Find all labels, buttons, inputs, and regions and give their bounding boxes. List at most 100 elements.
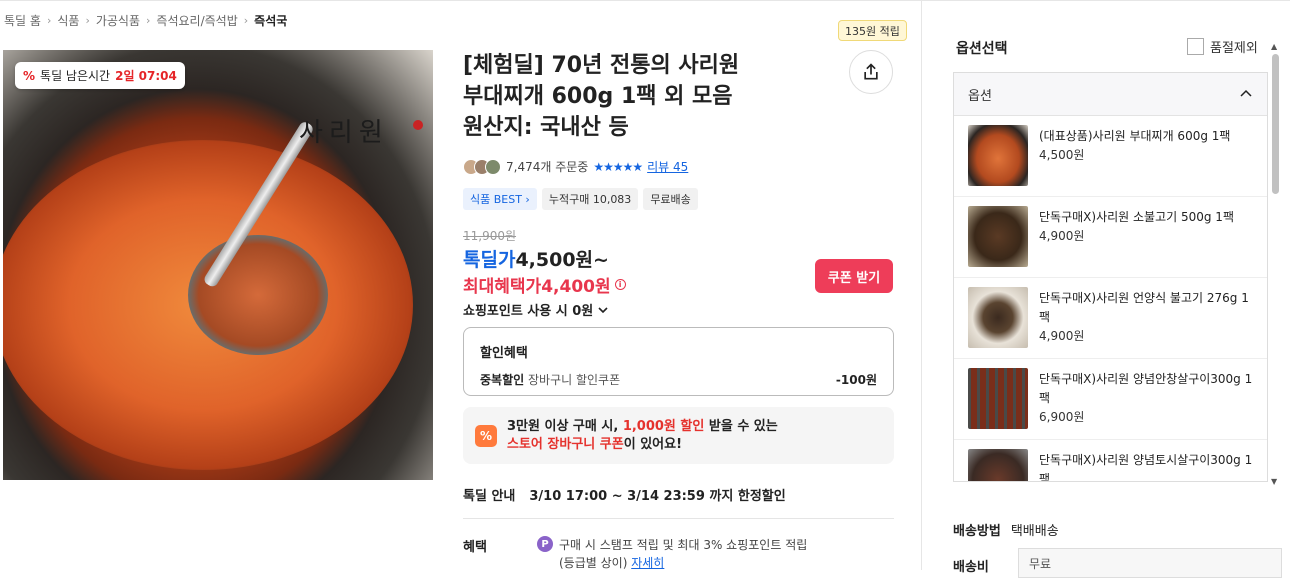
- exclude-soldout-toggle[interactable]: 품절제외: [1187, 37, 1258, 56]
- option-price: 4,900원: [1039, 229, 1085, 243]
- percent-icon: %: [475, 424, 497, 447]
- option-dropdown-label: 옵션: [968, 88, 992, 104]
- benefit-line1: 구매 시 스탬프 적립 및 최대 3% 쇼핑포인트 적립: [559, 538, 808, 552]
- shipping-fee-label: 배송비: [953, 560, 989, 575]
- option-item[interactable]: 단독구매X)사리원 양념안창살구이300g 1팩 6,900원: [954, 359, 1267, 440]
- shipping-method-label: 배송방법: [953, 524, 1001, 539]
- benefit-info: P 구매 시 스탬프 적립 및 최대 3% 쇼핑포인트 적립 (등급별 상이) …: [537, 536, 807, 572]
- discount-label: 중복할인: [480, 373, 525, 387]
- discount-heading: 할인혜택: [480, 346, 528, 361]
- info-icon[interactable]: i: [614, 279, 626, 290]
- star-rating-icon: ★★★★★: [593, 159, 643, 174]
- points-tag: 135원 적립: [838, 20, 907, 41]
- free-shipping-badge: 무료배송: [643, 188, 698, 210]
- max-benefit-text: 최대혜택가4,400원: [463, 277, 611, 297]
- badge-row: 식품 BEST › 누적구매 10,083 무료배송: [463, 188, 698, 210]
- deal-price-row: 톡딜가4,500원~: [463, 245, 609, 272]
- option-name: 단독구매X)사리원 소불고기 500g 1팩: [1039, 210, 1234, 224]
- option-thumbnail: [968, 125, 1028, 186]
- share-icon: [864, 63, 878, 80]
- option-name: 단독구매X)사리원 양념안창살구이300g 1팩: [1039, 372, 1253, 405]
- discount-sub: 장바구니 할인쿠폰: [528, 373, 621, 387]
- buyer-avatars: [463, 158, 501, 175]
- deal-price-label: 톡딜가: [463, 249, 516, 271]
- exclude-soldout-checkbox[interactable]: [1187, 38, 1204, 55]
- breadcrumb-instant-food[interactable]: 즉석요리/즉석밥: [156, 12, 237, 29]
- title-line: [체험딜] 70년 전통의 사리원: [463, 53, 740, 78]
- deal-info-label: 톡딜 안내: [463, 489, 516, 504]
- column-divider: [921, 0, 922, 570]
- option-price: 6,900원: [1039, 410, 1085, 424]
- option-name: 단독구매X)사리원 언양식 불고기 276g 1팩: [1039, 291, 1249, 324]
- option-price: 4,900원: [1039, 329, 1085, 343]
- option-title: 옵션선택: [956, 41, 1008, 57]
- option-thumbnail: [968, 449, 1028, 481]
- option-thumbnail: [968, 206, 1028, 267]
- timer-value: 2일 07:04: [115, 69, 177, 83]
- chevron-right-icon: ›: [146, 14, 151, 27]
- title-line: 원산지: 국내산 등: [463, 115, 629, 140]
- scroll-down-icon[interactable]: ▼: [1271, 477, 1277, 486]
- breadcrumb-food[interactable]: 식품: [57, 12, 79, 29]
- discount-value: -100원: [835, 373, 877, 387]
- option-price: 4,500원: [1039, 148, 1085, 162]
- point-icon: P: [537, 536, 553, 552]
- chevron-up-icon: [1240, 89, 1252, 97]
- option-list-box: 옵션 (대표상품)사리원 부대찌개 600g 1팩 4,500원 단독구매X)사리…: [953, 72, 1268, 482]
- top-divider: [0, 0, 1290, 1]
- chevron-right-icon: ›: [46, 14, 52, 27]
- breadcrumb-instant-soup[interactable]: 즉석국: [254, 12, 287, 29]
- chevron-right-icon: ›: [85, 14, 90, 27]
- timer-label: 톡딜 남은시간: [40, 69, 111, 83]
- shipping-method: 배송방법 택배배송: [953, 520, 1059, 539]
- cart-coupon-promo[interactable]: % 3만원 이상 구매 시, 1,000원 할인 받을 수 있는 스토어 장바구…: [463, 407, 894, 464]
- scrollbar-thumb[interactable]: [1272, 54, 1279, 194]
- scroll-up-icon[interactable]: ▲: [1271, 42, 1277, 51]
- option-thumbnail: [968, 368, 1028, 429]
- benefit-line2: (등급별 상이): [559, 556, 628, 570]
- brand-seal: [413, 120, 423, 130]
- promo-text: 3만원 이상 구매 시, 1,000원 할인 받을 수 있는 스토어 장바구니 …: [507, 418, 778, 452]
- best-badge[interactable]: 식품 BEST ›: [463, 188, 537, 210]
- original-price: 11,900원: [463, 229, 517, 243]
- percent-icon: %: [23, 68, 36, 83]
- cumulative-badge: 누적구매 10,083: [541, 188, 639, 210]
- option-item[interactable]: 단독구매X)사리원 소불고기 500g 1팩 4,900원: [954, 197, 1267, 278]
- chevron-right-icon: ›: [243, 14, 249, 27]
- title-line: 부대찌개 600g 1팩 외 모음: [463, 84, 733, 109]
- option-name: 단독구매X)사리원 양념토시살구이300g 1팩: [1039, 453, 1253, 482]
- product-image[interactable]: 사리원: [3, 50, 433, 480]
- benefit-label: 혜택: [463, 540, 487, 555]
- exclude-soldout-label: 품절제외: [1210, 41, 1258, 56]
- divider: [463, 518, 894, 519]
- breadcrumb-home[interactable]: 톡딜 홈: [4, 12, 41, 29]
- option-name: (대표상품)사리원 부대찌개 600g 1팩: [1039, 129, 1231, 143]
- shopping-point-text: 쇼핑포인트 사용 시 0원: [463, 304, 594, 319]
- ladle: [188, 235, 328, 355]
- brand-logo: 사리원: [299, 118, 389, 148]
- chevron-down-icon: [598, 306, 608, 313]
- shipping-fee-field: 무료: [1018, 548, 1282, 578]
- option-item[interactable]: (대표상품)사리원 부대찌개 600g 1팩 4,500원: [954, 116, 1267, 197]
- deal-price: 4,500원~: [515, 249, 609, 271]
- option-dropdown-header[interactable]: 옵션: [954, 73, 1267, 116]
- order-count: 7,474개 주문중: [506, 160, 589, 174]
- breadcrumb-processed[interactable]: 가공식품: [96, 12, 140, 29]
- shopping-point-toggle[interactable]: 쇼핑포인트 사용 시 0원: [463, 300, 609, 319]
- option-scrollbar[interactable]: ▲ ▼: [1270, 42, 1280, 486]
- breadcrumb: 톡딜 홈 › 식품 › 가공식품 › 즉석요리/즉석밥 › 즉석국: [4, 12, 287, 29]
- max-benefit-price: 최대혜택가4,400원 i: [463, 272, 626, 297]
- benefit-detail-link[interactable]: 자세히: [631, 556, 664, 570]
- deal-timer: % 톡딜 남은시간 2일 07:04: [15, 62, 185, 89]
- coupon-button[interactable]: 쿠폰 받기: [815, 259, 893, 293]
- share-button[interactable]: [849, 50, 893, 94]
- option-item[interactable]: 단독구매X)사리원 언양식 불고기 276g 1팩 4,900원: [954, 278, 1267, 359]
- review-link[interactable]: 리뷰 45: [647, 158, 688, 175]
- rating-row: 7,474개 주문중 ★★★★★ 리뷰 45: [463, 158, 688, 175]
- option-item[interactable]: 단독구매X)사리원 양념토시살구이300g 1팩: [954, 440, 1267, 482]
- discount-row: 중복할인 장바구니 할인쿠폰 -100원: [480, 371, 877, 388]
- option-thumbnail: [968, 287, 1028, 348]
- deal-info-value: 3/10 17:00 ~ 3/14 23:59 까지 한정할인: [529, 489, 786, 504]
- discount-box: 할인혜택 중복할인 장바구니 할인쿠폰 -100원: [463, 327, 894, 396]
- product-title: [체험딜] 70년 전통의 사리원 부대찌개 600g 1팩 외 모음 원산지:…: [463, 50, 803, 143]
